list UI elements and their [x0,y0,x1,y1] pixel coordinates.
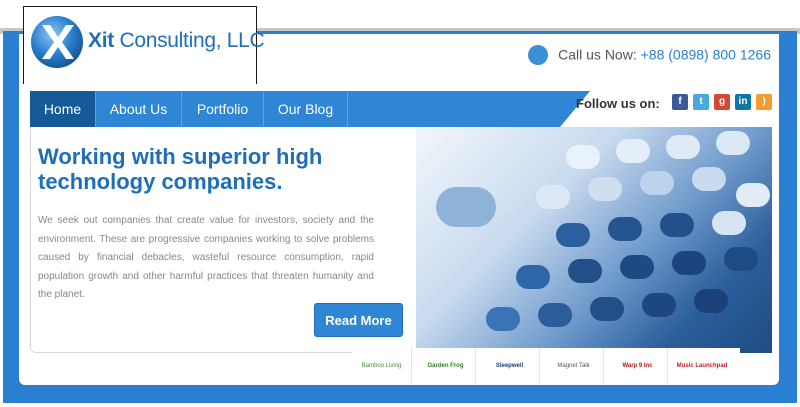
partner-logo[interactable]: Garden Frog [416,348,476,384]
twitter-icon[interactable]: t [693,94,709,110]
x-logo-icon [31,16,83,68]
nav-about-us[interactable]: About Us [96,91,182,127]
hero-headline: Working with superior high technology co… [38,144,323,194]
partner-logos: Bamboo Living Garden Frog Sleepwell Magn… [352,348,740,384]
nav-home[interactable]: Home [30,91,96,127]
hero-image [416,127,772,353]
partner-logo[interactable]: Bamboo Living [352,348,412,384]
phone-number[interactable]: +88 (0898) 800 1266 [641,47,771,63]
partner-logo[interactable]: Music Launchpad [672,348,732,384]
company-name: Xit Consulting, LLC [88,29,265,52]
call-label: Call us Now: [558,46,641,63]
rss-icon[interactable]: ) [756,94,772,110]
partner-logo[interactable]: Warp 9 Inc [608,348,668,384]
facebook-icon[interactable]: f [672,94,688,110]
nav-portfolio[interactable]: Portfolio [182,91,264,127]
call-us: Call us Now: +88 (0898) 800 1266 [528,45,771,66]
nav-our-blog[interactable]: Our Blog [264,91,348,127]
hero-description: We seek out companies that create value … [38,215,374,300]
read-more-button[interactable]: Read More [314,303,403,337]
linkedin-icon[interactable]: in [735,94,751,110]
follow-label: Follow us on: [576,96,660,111]
google-plus-icon[interactable]: g [714,94,730,110]
partner-logo[interactable]: Sleepwell [480,348,540,384]
main-nav: Home About Us Portfolio Our Blog [30,91,772,127]
partner-logo[interactable]: Magnet Talk [544,348,604,384]
phone-icon [528,45,549,65]
logo[interactable]: Xit Consulting, LLC [23,6,265,84]
